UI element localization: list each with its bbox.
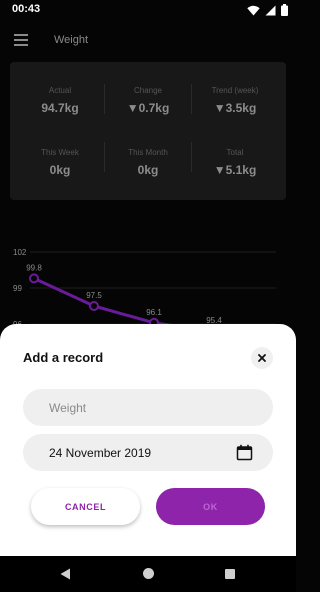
calendar-icon[interactable]: [236, 444, 253, 461]
add-record-sheet: Add a record 24 November 2019 CANCEL OK: [0, 324, 296, 556]
battery-icon: [281, 4, 288, 16]
cancel-button[interactable]: CANCEL: [31, 488, 140, 525]
stat-label: Total: [226, 148, 244, 157]
home-icon[interactable]: [143, 568, 154, 579]
stat-value: 0kg: [49, 163, 71, 177]
stat-label: Actual: [48, 86, 72, 95]
status-icons: [247, 4, 288, 16]
status-bar: 00:43: [0, 0, 296, 20]
date-field[interactable]: 24 November 2019: [23, 434, 273, 471]
stat-change: Change ▼0.7kg: [105, 86, 191, 115]
stat-label: This Week: [41, 148, 79, 157]
data-label: 97.5: [86, 291, 102, 300]
date-value: 24 November 2019: [49, 446, 152, 460]
navigation-bar: [0, 556, 296, 592]
signal-icon: [265, 5, 276, 15]
weight-chart: 102999699.897.596.195.4: [0, 238, 296, 328]
app-bar: Weight: [0, 20, 296, 60]
series-line: [33, 277, 202, 328]
stat-actual: Actual 94.7kg: [17, 86, 103, 115]
stat-label: Change: [133, 86, 163, 95]
stat-label: This Month: [128, 148, 168, 157]
y-tick-label: 99: [13, 284, 22, 293]
menu-icon[interactable]: [14, 34, 28, 46]
stat-this-week: This Week 0kg: [17, 148, 103, 177]
chart-svg: 102999699.897.596.195.4: [13, 248, 276, 328]
stats-card: Actual 94.7kg Change ▼0.7kg Trend (week)…: [10, 62, 286, 200]
stat-this-month: This Month 0kg: [105, 148, 191, 177]
close-icon: [258, 354, 266, 362]
stat-value: 94.7kg: [41, 101, 79, 115]
dialog-title: Add a record: [23, 350, 104, 365]
stat-total: Total ▼5.1kg: [192, 148, 278, 177]
wifi-icon: [247, 5, 260, 15]
page-title: Weight: [54, 34, 89, 46]
stat-value: ▼0.7kg: [126, 101, 170, 115]
data-label: 99.8: [26, 263, 42, 272]
stat-label: Trend (week): [211, 86, 259, 95]
data-label: 96.1: [146, 308, 162, 317]
ok-button[interactable]: OK: [156, 488, 265, 525]
close-button[interactable]: [251, 347, 273, 369]
stat-value: ▼5.1kg: [213, 163, 257, 177]
data-point: [29, 273, 39, 284]
status-time: 00:43: [12, 3, 41, 15]
data-point: [89, 301, 99, 311]
weight-input[interactable]: [23, 389, 273, 426]
recents-icon[interactable]: [225, 569, 235, 579]
stat-trend-week: Trend (week) ▼3.5kg: [192, 86, 278, 115]
y-tick-label: 102: [13, 248, 27, 257]
back-icon[interactable]: [60, 568, 71, 580]
stat-value: 0kg: [137, 163, 159, 177]
stat-value: ▼3.5kg: [213, 101, 257, 115]
